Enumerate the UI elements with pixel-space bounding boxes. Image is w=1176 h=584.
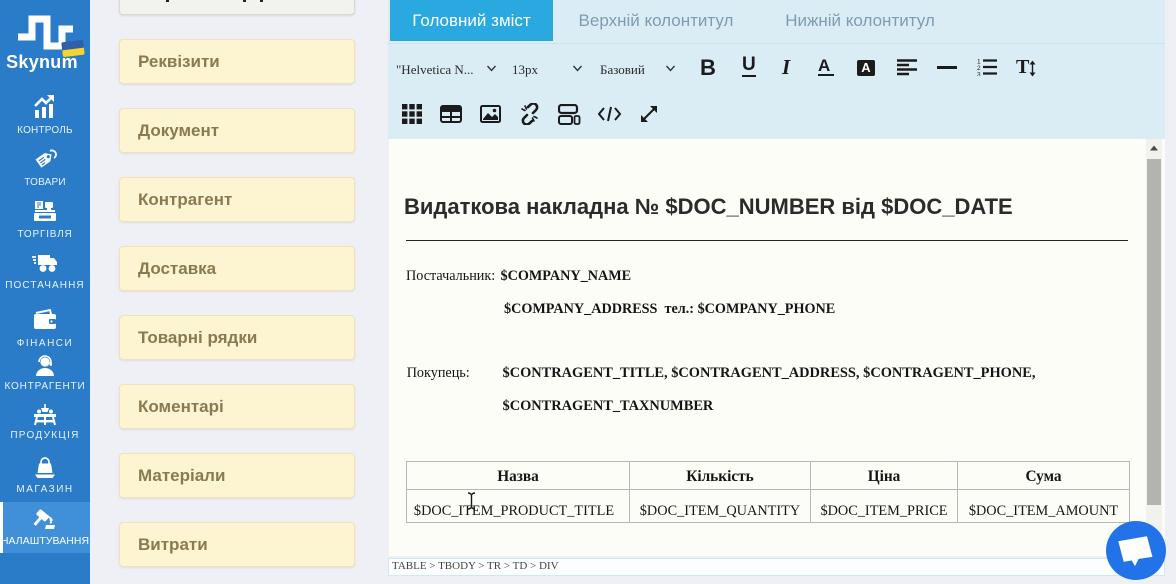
svg-text:3: 3	[977, 72, 981, 77]
